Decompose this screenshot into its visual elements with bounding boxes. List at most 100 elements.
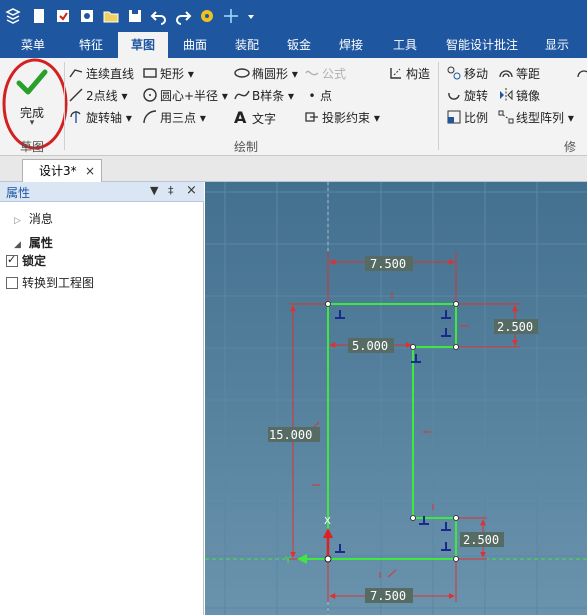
sparkle-icon[interactable] <box>222 7 240 25</box>
scale-icon <box>447 110 461 124</box>
circle-icon <box>143 88 157 102</box>
circle-center-radius-button[interactable]: 圆心+半径 ▾ <box>142 86 228 106</box>
project-icon <box>305 112 318 122</box>
scale-button[interactable]: 比例 <box>446 108 488 128</box>
dimension-label-4[interactable]: 15.000 <box>268 427 320 442</box>
document-tab[interactable]: 设计3* × <box>22 159 102 182</box>
close-panel-icon[interactable]: × <box>186 183 197 198</box>
svg-text:5.000: 5.000 <box>352 339 388 353</box>
sketch-canvas[interactable]: X Y 7.500 2.500 5.000 15.000 2.500 7.500 <box>205 182 587 615</box>
linear-array-icon <box>498 110 514 124</box>
tab-feature[interactable]: 特征 <box>66 32 116 58</box>
mirror-button[interactable]: 镜像 <box>498 86 540 106</box>
axis-label-y: Y <box>284 555 292 566</box>
arc-tool-icon <box>577 70 587 78</box>
document-tab-strip: 设计3* × <box>0 156 587 182</box>
construct-button[interactable]: 构造 <box>388 64 430 84</box>
group-separator <box>64 62 65 150</box>
panel-menu-icon[interactable]: ▼ <box>150 184 158 197</box>
convert-drawing-checkbox-row[interactable]: 转换到工程图 <box>6 274 94 291</box>
tab-sheet-metal[interactable]: 钣金 <box>274 32 324 58</box>
rotate-icon <box>448 92 460 100</box>
canvas-background <box>205 182 587 615</box>
ribbon-panel: 完成 ▾ 草图 连续直线 2点线 ▾ 旋转轴 ▾ 矩形 ▾ 圆心+半径 ▾ 用三… <box>0 58 587 171</box>
three-point-arc-button[interactable]: 用三点 ▾ <box>142 108 206 128</box>
mirror-icon <box>500 88 513 102</box>
property-panel-title: 属性 <box>6 186 31 200</box>
spline-icon <box>234 90 250 100</box>
close-tab-icon[interactable]: × <box>85 160 95 182</box>
offset-button[interactable]: 等距 <box>498 64 540 84</box>
svg-text:7.500: 7.500 <box>370 589 406 603</box>
property-panel: 属性 ▼ ‡ × ▷消息 ◢属性 锁定 转换到工程图 <box>0 182 204 615</box>
finish-dropdown-arrow-icon: ▾ <box>29 118 35 128</box>
point-button[interactable]: • 点 <box>304 86 332 106</box>
dimension-label-6[interactable]: 7.500 <box>365 588 413 603</box>
text-icon: A <box>234 108 247 127</box>
arc-icon <box>143 110 157 124</box>
dimension-label-1[interactable]: 7.500 <box>365 256 413 271</box>
rectangle-button[interactable]: 矩形 ▾ <box>142 64 194 84</box>
line-icon <box>69 88 83 102</box>
pin-icon[interactable]: ‡ <box>168 184 174 197</box>
svg-text:7.500: 7.500 <box>370 257 406 271</box>
settings-gear-icon[interactable] <box>198 7 216 25</box>
title-bar <box>0 0 587 32</box>
checkmark-icon <box>16 69 48 95</box>
bspline-button[interactable]: B样条 ▾ <box>234 86 294 106</box>
save-icon[interactable] <box>126 7 144 25</box>
open-folder-icon[interactable] <box>102 7 120 25</box>
ribbon-tab-bar: 菜单 特征 草图 曲面 装配 钣金 焊接 工具 智能设计批注 显示 <box>0 32 587 58</box>
construct-icon <box>390 68 401 79</box>
ellipse-icon <box>234 68 250 78</box>
section-messages[interactable]: ▷ 消息 <box>14 210 53 227</box>
tab-menu[interactable]: 菜单 <box>10 32 56 58</box>
linear-array-button[interactable]: 线型阵列 ▾ <box>498 108 574 128</box>
lock-checkbox-row[interactable]: 锁定 <box>6 252 46 269</box>
rectangle-icon <box>143 68 157 78</box>
tab-welding[interactable]: 焊接 <box>326 32 376 58</box>
collapsed-arrow-icon: ▷ <box>14 216 21 226</box>
expanded-arrow-icon: ◢ <box>14 240 21 250</box>
offset-icon <box>499 70 513 78</box>
more-tools-button[interactable] <box>576 64 587 84</box>
tab-smart-annotation[interactable]: 智能设计批注 <box>438 32 526 58</box>
dimension-label-5[interactable]: 2.500 <box>460 532 504 547</box>
new-file-icon[interactable] <box>30 7 48 25</box>
polyline-button[interactable]: 连续直线 <box>68 64 134 84</box>
print-icon[interactable] <box>78 7 96 25</box>
finish-button[interactable]: 完成 ▾ <box>6 62 58 132</box>
rotate-axis-icon <box>70 111 81 123</box>
tab-display[interactable]: 显示 <box>532 32 582 58</box>
rotate-axis-button[interactable]: 旋转轴 ▾ <box>68 108 132 128</box>
ellipse-button[interactable]: 椭圆形 ▾ <box>234 64 298 84</box>
save-as-icon[interactable] <box>54 7 72 25</box>
dimension-label-2[interactable]: 2.500 <box>494 319 538 334</box>
point-icon: • <box>308 89 316 103</box>
tab-sketch[interactable]: 草图 <box>118 32 168 58</box>
axis-label-x: X <box>324 516 331 527</box>
convert-drawing-checkbox[interactable] <box>6 277 18 289</box>
group-label-sketch: 草图 <box>20 140 45 154</box>
polyline-icon <box>69 69 83 78</box>
section-properties[interactable]: ◢ 属性 <box>14 234 53 251</box>
svg-text:2.500: 2.500 <box>497 320 533 334</box>
dimension-label-3[interactable]: 5.000 <box>348 338 394 353</box>
app-menu-icon[interactable] <box>4 7 22 25</box>
undo-icon[interactable] <box>150 7 168 25</box>
move-icon <box>447 66 461 80</box>
redo-icon[interactable] <box>174 7 192 25</box>
rotate-button[interactable]: 旋转 <box>446 86 488 106</box>
project-constraint-button[interactable]: 投影约束 ▾ <box>304 108 380 128</box>
sketch-svg[interactable]: X Y 7.500 2.500 5.000 15.000 2.500 7.500 <box>205 182 587 615</box>
tab-assembly[interactable]: 装配 <box>222 32 272 58</box>
tab-surface[interactable]: 曲面 <box>170 32 220 58</box>
text-button[interactable]: A 文字 <box>234 108 276 128</box>
dropdown-arrow-icon[interactable] <box>246 7 256 25</box>
document-tab-title: 设计3* <box>39 164 77 178</box>
move-button[interactable]: 移动 <box>446 64 488 84</box>
two-point-line-button[interactable]: 2点线 ▾ <box>68 86 127 106</box>
formula-button[interactable]: 公式 <box>304 64 346 84</box>
lock-checkbox[interactable] <box>6 253 18 267</box>
tab-tools[interactable]: 工具 <box>380 32 430 58</box>
